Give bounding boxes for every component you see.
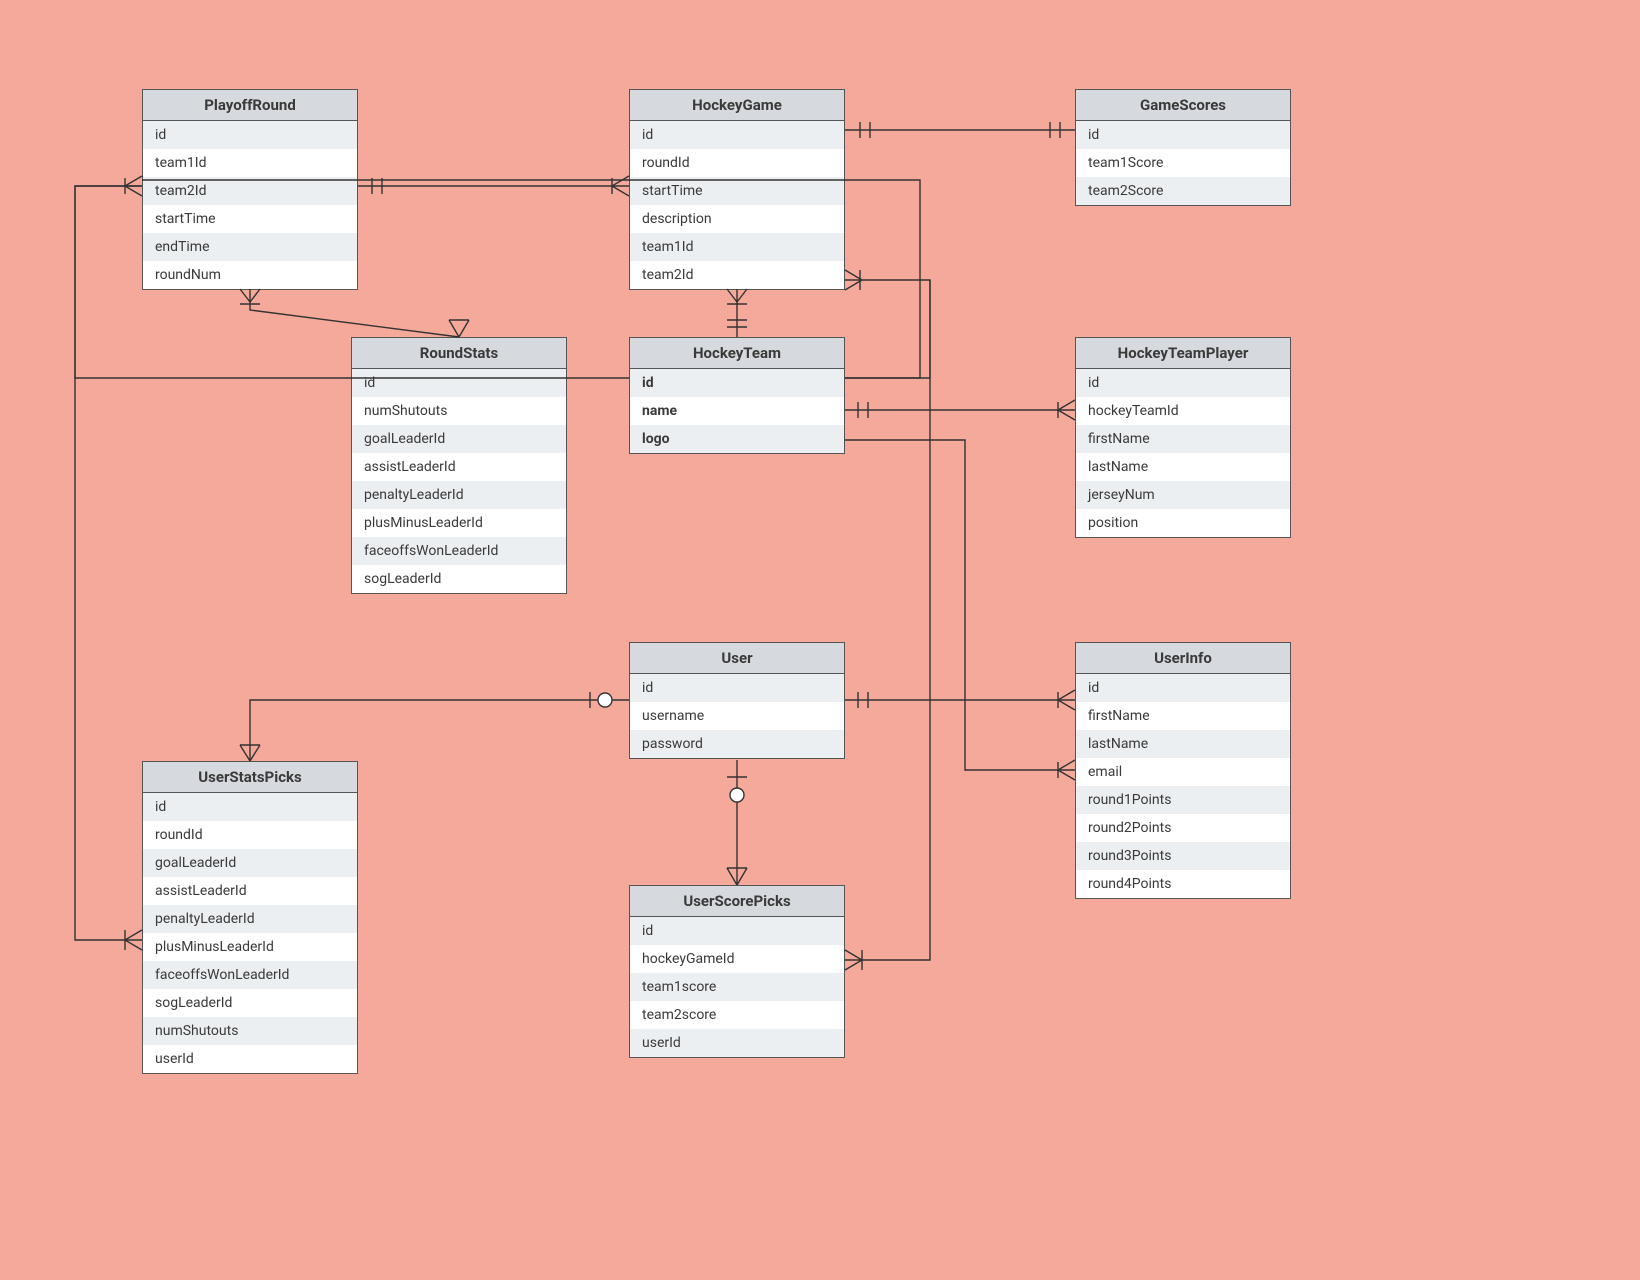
entity-field: jerseyNum (1076, 481, 1290, 509)
entity-field: numShutouts (143, 1017, 357, 1045)
entity-field: startTime (630, 177, 844, 205)
entity-field: id (352, 369, 566, 397)
entity-user: User id username password (629, 642, 845, 759)
entity-field: faceoffsWonLeaderId (143, 961, 357, 989)
entity-field: assistLeaderId (143, 877, 357, 905)
entity-field: penaltyLeaderId (143, 905, 357, 933)
entity-roundstats: RoundStats id numShutouts goalLeaderId a… (351, 337, 567, 594)
entity-field: userId (630, 1029, 844, 1057)
entity-field: startTime (143, 205, 357, 233)
entity-field: plusMinusLeaderId (143, 933, 357, 961)
entity-title: User (630, 643, 844, 674)
entity-field: lastName (1076, 730, 1290, 758)
entity-title: HockeyTeam (630, 338, 844, 369)
entity-field: team1score (630, 973, 844, 1001)
entity-title: UserInfo (1076, 643, 1290, 674)
entity-title: PlayoffRound (143, 90, 357, 121)
entity-field: id (1076, 369, 1290, 397)
entity-field: username (630, 702, 844, 730)
entity-field: hockeyGameId (630, 945, 844, 973)
entity-field: description (630, 205, 844, 233)
entity-field: id (143, 793, 357, 821)
entity-field: team1Id (143, 149, 357, 177)
entity-field: hockeyTeamId (1076, 397, 1290, 425)
entity-field: firstName (1076, 425, 1290, 453)
entity-field: faceoffsWonLeaderId (352, 537, 566, 565)
entity-field: goalLeaderId (352, 425, 566, 453)
entity-playoffround: PlayoffRound id team1Id team2Id startTim… (142, 89, 358, 290)
entity-field: team2score (630, 1001, 844, 1029)
entity-field: roundId (630, 149, 844, 177)
entity-field: plusMinusLeaderId (352, 509, 566, 537)
entity-field: round1Points (1076, 786, 1290, 814)
entity-field: team1Score (1076, 149, 1290, 177)
entity-userinfo: UserInfo id firstName lastName email rou… (1075, 642, 1291, 899)
entity-title: UserScorePicks (630, 886, 844, 917)
entity-field: userId (143, 1045, 357, 1073)
entity-field: round3Points (1076, 842, 1290, 870)
entity-field: team1Id (630, 233, 844, 261)
entity-field: goalLeaderId (143, 849, 357, 877)
entity-field: sogLeaderId (143, 989, 357, 1017)
entity-field: password (630, 730, 844, 758)
entity-hockeyteamplayer: HockeyTeamPlayer id hockeyTeamId firstNa… (1075, 337, 1291, 538)
entity-field: roundNum (143, 261, 357, 289)
entity-field: id (143, 121, 357, 149)
entity-field: logo (630, 425, 844, 453)
entity-field: id (1076, 121, 1290, 149)
entity-title: GameScores (1076, 90, 1290, 121)
entity-field: penaltyLeaderId (352, 481, 566, 509)
entity-field: round4Points (1076, 870, 1290, 898)
entity-field: assistLeaderId (352, 453, 566, 481)
entity-field: position (1076, 509, 1290, 537)
entity-title: HockeyGame (630, 90, 844, 121)
entity-field: team2Score (1076, 177, 1290, 205)
entity-field: id (630, 917, 844, 945)
entity-field: round2Points (1076, 814, 1290, 842)
entity-title: UserStatsPicks (143, 762, 357, 793)
entity-title: RoundStats (352, 338, 566, 369)
entity-field: name (630, 397, 844, 425)
entity-userstatspicks: UserStatsPicks id roundId goalLeaderId a… (142, 761, 358, 1074)
entity-field: endTime (143, 233, 357, 261)
entity-field: id (630, 674, 844, 702)
entity-field: sogLeaderId (352, 565, 566, 593)
entity-field: firstName (1076, 702, 1290, 730)
entity-field: numShutouts (352, 397, 566, 425)
entity-title: HockeyTeamPlayer (1076, 338, 1290, 369)
entity-hockeygame: HockeyGame id roundId startTime descript… (629, 89, 845, 290)
entity-field: id (630, 121, 844, 149)
entity-userscorepicks: UserScorePicks id hockeyGameId team1scor… (629, 885, 845, 1058)
entity-gamescores: GameScores id team1Score team2Score (1075, 89, 1291, 206)
entity-hockeyteam: HockeyTeam id name logo (629, 337, 845, 454)
entity-field: roundId (143, 821, 357, 849)
entity-field: id (1076, 674, 1290, 702)
entity-field: lastName (1076, 453, 1290, 481)
entity-field: id (630, 369, 844, 397)
entity-field: team2Id (143, 177, 357, 205)
entity-field: team2Id (630, 261, 844, 289)
entity-field: email (1076, 758, 1290, 786)
